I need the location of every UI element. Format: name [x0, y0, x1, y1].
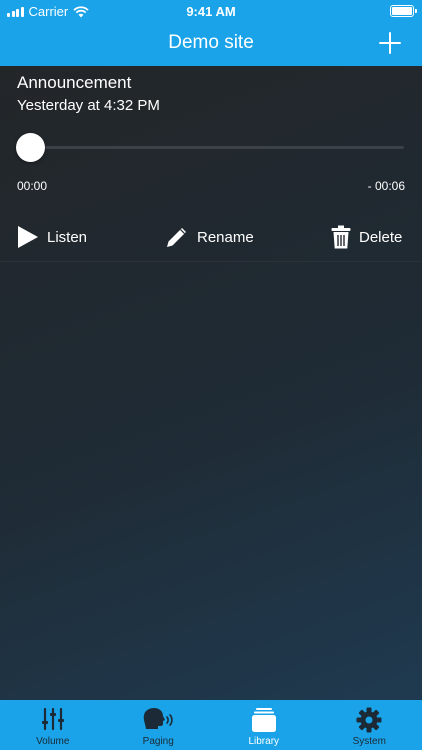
play-icon — [18, 226, 38, 248]
remaining-time: - 00:06 — [367, 179, 405, 193]
tab-library-label: Library — [248, 736, 280, 747]
trash-icon — [331, 225, 351, 249]
listen-button[interactable]: Listen — [17, 222, 87, 252]
status-bar: Carrier 9:41 AM — [0, 0, 422, 22]
library-stack-icon — [251, 708, 276, 732]
tab-system-label: System — [352, 736, 386, 747]
status-time: 9:41 AM — [186, 4, 236, 19]
elapsed-time: 00:00 — [17, 179, 48, 193]
recording-date: Yesterday at 4:32 PM — [17, 97, 160, 114]
battery-icon — [390, 5, 417, 17]
speaking-head-icon — [143, 708, 173, 729]
gear-icon — [356, 707, 382, 733]
pencil-icon — [167, 228, 186, 247]
tab-bar: Volume Paging Library System — [0, 700, 422, 750]
tab-system[interactable]: System — [317, 700, 422, 750]
recording-detail: Announcement Yesterday at 4:32 PM 00:00 … — [0, 66, 422, 700]
nav-bar: Demo site — [0, 22, 422, 66]
playback-slider-track[interactable] — [30, 146, 404, 149]
tab-library[interactable]: Library — [211, 700, 317, 750]
recording-title: Announcement — [17, 73, 132, 92]
tab-paging[interactable]: Paging — [106, 700, 212, 750]
rename-label: Rename — [197, 228, 254, 246]
add-button[interactable] — [378, 31, 402, 55]
listen-label: Listen — [47, 228, 88, 246]
tab-volume-label: Volume — [36, 736, 70, 747]
tab-volume[interactable]: Volume — [0, 700, 106, 750]
page-title: Demo site — [168, 32, 254, 53]
delete-label: Delete — [359, 228, 403, 246]
recording-actions: Listen Rename Delete — [0, 222, 422, 262]
rename-button[interactable]: Rename — [165, 222, 254, 252]
tab-paging-label: Paging — [142, 736, 174, 747]
playback-slider-thumb[interactable] — [15, 133, 45, 162]
delete-button[interactable]: Delete — [331, 222, 402, 252]
sliders-icon — [41, 707, 64, 731]
